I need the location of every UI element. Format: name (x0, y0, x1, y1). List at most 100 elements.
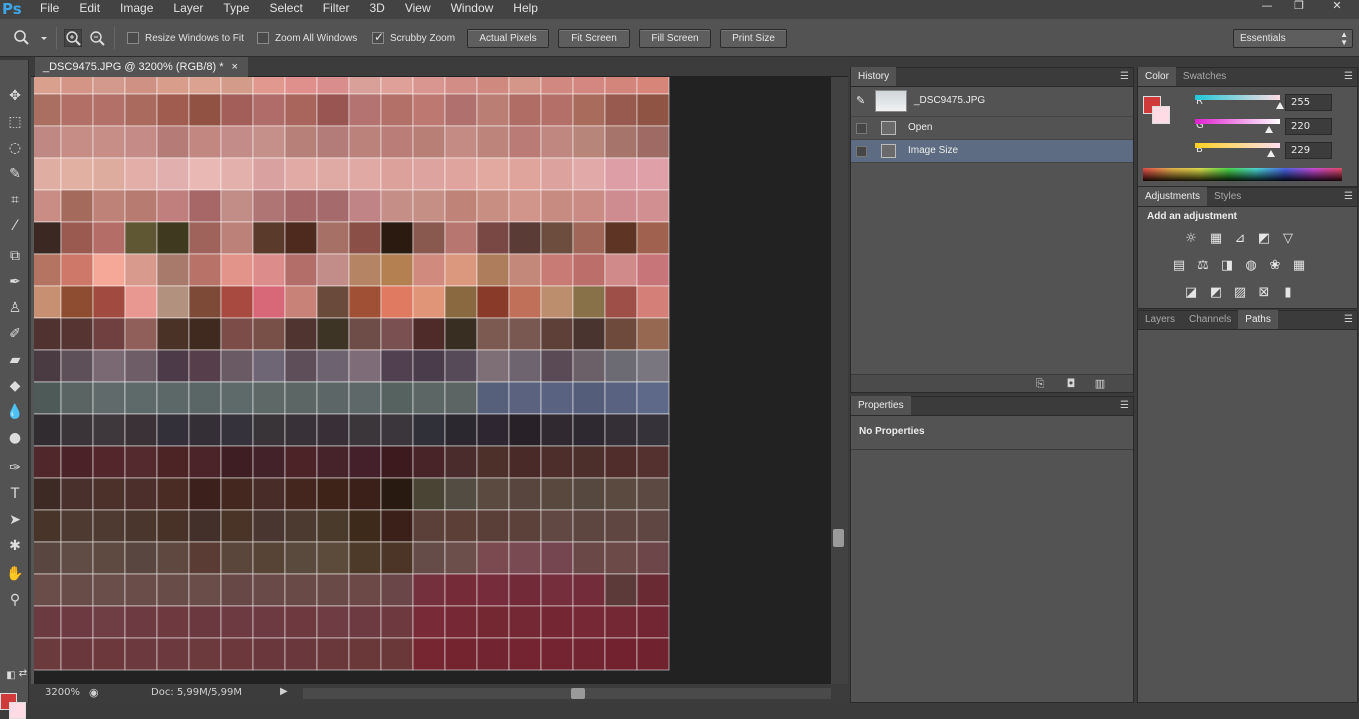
horizontal-scroll-thumb[interactable] (571, 688, 585, 699)
type-tool-icon[interactable]: T (4, 484, 26, 504)
panel-menu-icon[interactable]: ☰ (1344, 314, 1353, 325)
panel-menu-icon[interactable]: ☰ (1344, 191, 1353, 202)
color-spectrum[interactable] (1143, 168, 1342, 181)
pixel-grid[interactable] (34, 77, 831, 684)
workspace-select[interactable]: Essentials ▲ ▼ (1233, 29, 1353, 48)
exposure-icon[interactable]: ◩ (1256, 232, 1272, 246)
gradient-map-icon[interactable]: ▮ (1280, 286, 1296, 300)
tab-history[interactable]: History (851, 67, 897, 86)
brush-tool-icon[interactable]: ✒ (4, 272, 26, 292)
red-value-field[interactable]: 255 (1285, 94, 1332, 111)
canvas[interactable] (34, 77, 831, 684)
fit-screen-button[interactable]: Fit Screen (558, 29, 630, 48)
selective-color-icon[interactable]: ⊠ (1256, 286, 1272, 300)
menu-help[interactable]: Help (503, 0, 548, 19)
tab-color[interactable]: Color (1138, 67, 1176, 86)
menu-3d[interactable]: 3D (359, 0, 394, 19)
dodge-tool-icon[interactable]: ● (4, 428, 26, 448)
minimize-button[interactable]: — (1251, 0, 1283, 13)
history-snapshot[interactable]: ✎ _DSC9475.JPG (851, 87, 1133, 117)
document-tab[interactable]: _DSC9475.JPG @ 3200% (RGB/8) * × (35, 57, 248, 77)
tab-paths[interactable]: Paths (1238, 310, 1278, 329)
path-selection-tool-icon[interactable]: ➤ (4, 510, 26, 530)
eraser-tool-icon[interactable]: ▰ (4, 350, 26, 370)
threshold-icon[interactable]: ▨ (1232, 286, 1248, 300)
red-slider-handle[interactable] (1276, 102, 1284, 109)
hue-saturation-icon[interactable]: ▤ (1171, 259, 1187, 273)
history-state-image-size[interactable]: Image Size (851, 140, 1133, 163)
close-button[interactable]: ✕ (1315, 0, 1359, 13)
zoom-tool-icon[interactable]: ⚲ (4, 590, 26, 610)
restore-button[interactable]: ❐ (1283, 0, 1315, 13)
marquee-tool-icon[interactable]: ⬚ (4, 112, 26, 132)
status-arrow-icon[interactable]: ▶ (280, 686, 288, 697)
menu-type[interactable]: Type (213, 0, 259, 19)
healing-brush-tool-icon[interactable]: ⧉ (4, 246, 26, 266)
background-color-swatch[interactable] (9, 702, 26, 719)
green-slider[interactable] (1195, 119, 1280, 124)
history-state-checkbox[interactable] (856, 123, 867, 134)
menu-select[interactable]: Select (259, 0, 312, 19)
history-state-checkbox[interactable] (856, 146, 867, 157)
photo-filter-icon[interactable]: ◍ (1243, 259, 1259, 273)
menu-view[interactable]: View (395, 0, 441, 19)
crop-tool-icon[interactable]: ⌗ (4, 190, 26, 210)
menu-file[interactable]: File (30, 0, 69, 19)
zoom-out-icon[interactable] (88, 29, 106, 47)
tab-layers[interactable]: Layers (1138, 310, 1182, 329)
panel-menu-icon[interactable]: ☰ (1120, 400, 1129, 411)
custom-shape-tool-icon[interactable]: ✱ (4, 536, 26, 556)
zoom-in-icon[interactable] (63, 28, 83, 48)
panel-menu-icon[interactable]: ☰ (1120, 71, 1129, 82)
menu-window[interactable]: Window (441, 0, 504, 19)
tab-adjustments[interactable]: Adjustments (1138, 187, 1208, 206)
checkbox-box[interactable] (257, 32, 269, 44)
zoom-level[interactable]: 3200% (45, 687, 80, 698)
eyedropper-tool-icon[interactable]: ⁄ (4, 216, 26, 236)
actual-pixels-button[interactable]: Actual Pixels (467, 29, 549, 48)
green-slider-handle[interactable] (1265, 126, 1273, 133)
trash-icon[interactable]: ▥ (1093, 377, 1107, 390)
checkbox-box[interactable] (372, 30, 384, 44)
blur-tool-icon[interactable]: 💧 (4, 402, 26, 422)
menu-filter[interactable]: Filter (313, 0, 360, 19)
fill-screen-button[interactable]: Fill Screen (639, 29, 711, 48)
blue-slider-handle[interactable] (1267, 150, 1275, 157)
quick-mask-icon[interactable] (3, 665, 25, 685)
lasso-tool-icon[interactable]: ◌ (4, 138, 26, 158)
resize-windows-checkbox[interactable]: Resize Windows to Fit (127, 31, 244, 45)
history-state-open[interactable]: Open (851, 117, 1133, 140)
scrubby-zoom-checkbox[interactable]: Scrubby Zoom (372, 30, 455, 45)
panel-menu-icon[interactable]: ☰ (1344, 71, 1353, 82)
background-color-swatch[interactable] (1152, 106, 1170, 124)
history-brush-tool-icon[interactable]: ✐ (4, 324, 26, 344)
menu-edit[interactable]: Edit (69, 0, 110, 19)
hand-tool-icon[interactable]: ✋ (4, 564, 26, 584)
pen-tool-icon[interactable]: ✑ (4, 458, 26, 478)
posterize-icon[interactable]: ◩ (1208, 286, 1224, 300)
blue-value-field[interactable]: 229 (1285, 142, 1332, 159)
green-value-field[interactable]: 220 (1285, 118, 1332, 135)
blue-slider[interactable] (1195, 143, 1280, 148)
checkbox-box[interactable] (127, 32, 139, 44)
brightness-contrast-icon[interactable]: ☼ (1183, 232, 1199, 246)
red-slider[interactable] (1195, 95, 1280, 100)
quick-selection-tool-icon[interactable]: ✎ (4, 164, 26, 184)
tab-properties[interactable]: Properties (851, 396, 911, 415)
clone-stamp-tool-icon[interactable]: ♙ (4, 298, 26, 318)
close-tab-icon[interactable]: × (232, 57, 238, 77)
tab-swatches[interactable]: Swatches (1176, 67, 1233, 86)
vibrance-icon[interactable]: ▽ (1280, 232, 1296, 246)
menu-layer[interactable]: Layer (163, 0, 213, 19)
zoom-tool-preset-icon[interactable] (12, 29, 48, 47)
paint-bucket-tool-icon[interactable]: ◆ (4, 376, 26, 396)
levels-icon[interactable]: ▦ (1208, 232, 1224, 246)
status-menu-icon[interactable]: ◉ (89, 686, 99, 699)
zoom-all-windows-checkbox[interactable]: Zoom All Windows (257, 31, 357, 45)
history-brush-source-icon[interactable]: ✎ (856, 94, 865, 107)
new-document-from-state-icon[interactable]: ⎘ (1033, 377, 1047, 390)
tab-styles[interactable]: Styles (1207, 187, 1248, 206)
new-snapshot-icon[interactable]: ◘ (1064, 377, 1078, 390)
tab-channels[interactable]: Channels (1182, 310, 1238, 329)
print-size-button[interactable]: Print Size (720, 29, 787, 48)
